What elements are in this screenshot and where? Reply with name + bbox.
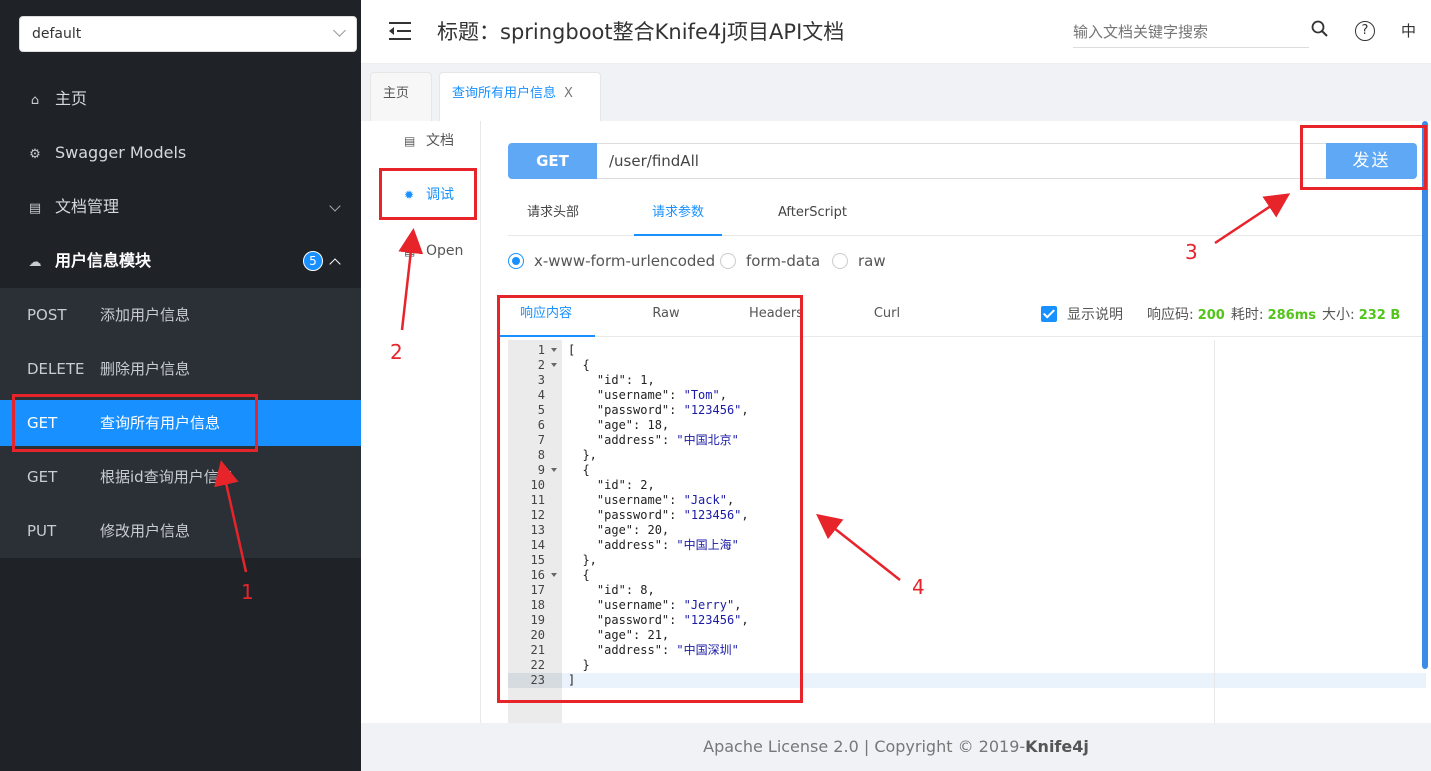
- close-icon[interactable]: X: [564, 86, 573, 101]
- footer-text: Apache License 2.0 | Copyright © 2019-: [703, 737, 1026, 756]
- home-icon: ⌂: [30, 93, 40, 108]
- annotation-number-3: 3: [1185, 240, 1198, 264]
- scrollbar[interactable]: [1422, 121, 1428, 669]
- radio-form-data[interactable]: form-data: [720, 251, 820, 271]
- request-tabs: 请求头部 请求参数 AfterScript: [508, 191, 1426, 236]
- radio-label: form-data: [746, 252, 821, 270]
- header: 标题：springboot整合Knife4j项目API文档 ? 中: [361, 0, 1431, 64]
- api-item-update-user[interactable]: PUT 修改用户信息: [0, 504, 361, 558]
- api-item-delete-user[interactable]: DELETE 删除用户信息: [0, 342, 361, 396]
- doc-icon: ▤: [404, 134, 416, 148]
- search-input[interactable]: [1073, 16, 1309, 48]
- time-label: 耗时:: [1230, 307, 1264, 323]
- page-tabs: 主页 查询所有用户信息 X: [361, 64, 1431, 121]
- api-method: PUT: [27, 522, 57, 540]
- sidebar-item-label: Swagger Models: [55, 143, 187, 162]
- size-label: 大小:: [1322, 307, 1355, 323]
- api-method: DELETE: [27, 360, 85, 378]
- radio-raw[interactable]: raw: [832, 251, 886, 271]
- checkbox-label: 显示说明: [1067, 307, 1123, 323]
- tab-label: 查询所有用户信息: [452, 86, 557, 101]
- search-icon[interactable]: [1311, 20, 1329, 38]
- annotation-number-4: 4: [912, 575, 925, 599]
- api-item-find-user-by-id[interactable]: GET 根据id查询用户信息: [0, 450, 361, 504]
- menu-fold-icon[interactable]: [389, 22, 411, 40]
- print-margin: [1214, 340, 1215, 723]
- page-title: 标题：springboot整合Knife4j项目API文档: [437, 20, 845, 44]
- chevron-down-icon: [333, 24, 346, 37]
- annotation-box-response: [497, 295, 803, 703]
- api-method: GET: [27, 468, 58, 486]
- http-method-badge: GET: [508, 143, 597, 179]
- tab-afterscript[interactable]: AfterScript: [778, 191, 847, 236]
- annotation-box-debug: [379, 168, 477, 220]
- api-item-add-user[interactable]: POST 添加用户信息: [0, 288, 361, 342]
- sidebar-item-user-module[interactable]: ☁ 用户信息模块 5: [0, 234, 361, 288]
- tab-request-params[interactable]: 请求参数: [634, 191, 723, 236]
- doc-icon: ▤: [404, 244, 416, 258]
- status-code: 200: [1197, 308, 1225, 323]
- cube-icon: ⚙: [29, 147, 41, 162]
- tab-document[interactable]: ▤ 文档: [366, 121, 481, 161]
- response-time: 286ms: [1267, 308, 1316, 323]
- language-button[interactable]: 中: [1401, 20, 1416, 41]
- tab-find-all-users[interactable]: 查询所有用户信息 X: [439, 72, 601, 121]
- sidebar-item-label: 用户信息模块: [55, 251, 152, 270]
- annotation-number-1: 1: [241, 580, 254, 604]
- api-method: POST: [27, 306, 67, 324]
- sidebar-item-home[interactable]: ⌂ 主页: [0, 72, 361, 126]
- status-code-label: 响应码:: [1147, 307, 1194, 323]
- url-input[interactable]: /user/findAll: [597, 143, 1327, 179]
- sidebar-item-label: 文档管理: [55, 197, 120, 216]
- radio-circle: [508, 253, 524, 269]
- radio-circle: [832, 253, 848, 269]
- api-label: 删除用户信息: [100, 360, 191, 378]
- chevron-down-icon: [329, 200, 341, 212]
- group-select-value: default: [32, 26, 82, 42]
- tab-open[interactable]: ▤ Open: [366, 231, 481, 271]
- response-status: 响应码: 200 耗时: 286ms 大小: 232 B: [1147, 305, 1406, 325]
- annotation-box-api: [12, 394, 258, 452]
- chevron-up-icon: [329, 258, 341, 270]
- document-icon: ▤: [28, 201, 42, 216]
- tab-request-headers[interactable]: 请求头部: [527, 191, 579, 236]
- sidebar: default ⌂ 主页 ⚙ Swagger Models ▤ 文档管理 ☁ 用户信息模…: [0, 0, 361, 771]
- cloud-icon: ☁: [28, 255, 42, 270]
- sidebar-item-label: 主页: [55, 89, 88, 108]
- api-label: 根据id查询用户信息: [100, 468, 234, 486]
- api-label: 修改用户信息: [100, 522, 191, 540]
- tab-home[interactable]: 主页: [370, 72, 432, 121]
- footer: Apache License 2.0 | Copyright © 2019-Kn…: [361, 723, 1431, 771]
- api-label: 添加用户信息: [100, 306, 191, 324]
- response-size: 232 B: [1358, 308, 1401, 323]
- radio-circle: [720, 253, 736, 269]
- tab-response-curl[interactable]: Curl: [838, 293, 936, 337]
- help-icon[interactable]: ?: [1355, 21, 1375, 41]
- show-description-checkbox[interactable]: 显示说明: [1041, 305, 1123, 325]
- tab-label: 主页: [383, 86, 410, 101]
- sidebar-item-swagger-models[interactable]: ⚙ Swagger Models: [0, 126, 361, 180]
- footer-brand: Knife4j: [1025, 737, 1089, 756]
- group-select[interactable]: default: [19, 16, 357, 52]
- side-tab-label: Open: [426, 243, 464, 259]
- count-badge: 5: [303, 251, 323, 271]
- side-tab-label: 文档: [426, 133, 454, 149]
- radio-label: x-www-form-urlencoded: [534, 252, 716, 270]
- checkbox-checked-icon: [1041, 306, 1057, 322]
- sidebar-item-doc-manage[interactable]: ▤ 文档管理: [0, 180, 361, 234]
- radio-urlencoded[interactable]: x-www-form-urlencoded: [508, 251, 715, 271]
- annotation-number-2: 2: [390, 340, 403, 364]
- radio-label: raw: [858, 252, 886, 270]
- annotation-box-send: [1300, 125, 1427, 190]
